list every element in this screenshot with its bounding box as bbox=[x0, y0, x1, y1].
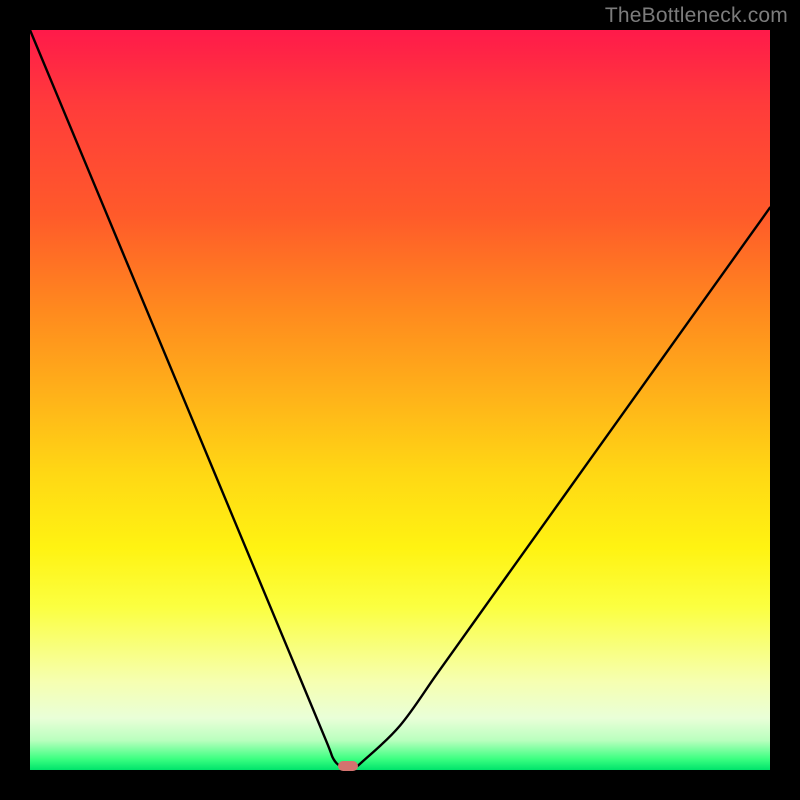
optimal-marker-icon bbox=[338, 761, 358, 771]
bottleneck-curve bbox=[30, 30, 770, 770]
chart-frame: TheBottleneck.com bbox=[0, 0, 800, 800]
watermark-text: TheBottleneck.com bbox=[605, 4, 788, 28]
plot-area bbox=[30, 30, 770, 770]
